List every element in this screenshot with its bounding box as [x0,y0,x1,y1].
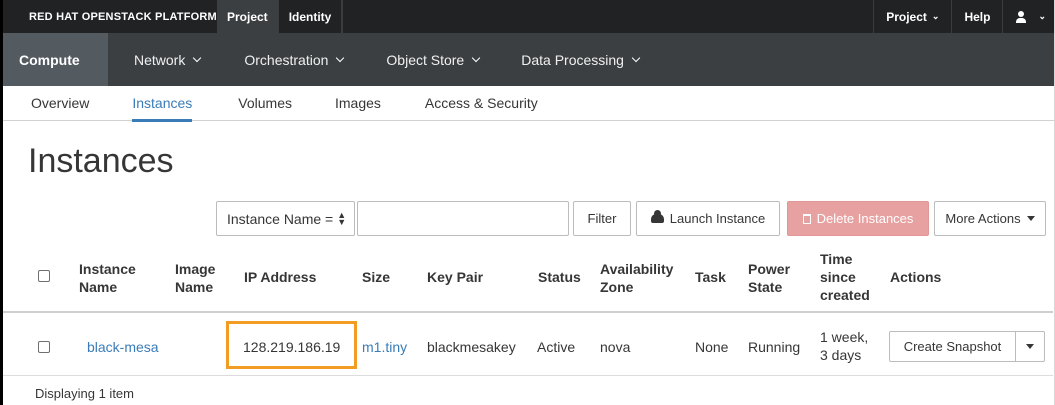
top-tab-project[interactable]: Project [217,0,279,33]
nav-object-store[interactable]: Object Store [386,33,481,86]
header-line: Image [175,261,216,277]
create-snapshot-button[interactable]: Create Snapshot [889,331,1016,362]
user-icon [1015,10,1027,23]
column-header-size[interactable]: Size [362,268,390,286]
tab-volumes[interactable]: Volumes [238,86,292,121]
chevron-down-icon [193,53,202,62]
header-line: Power [748,261,791,277]
header-line: created [820,287,870,303]
column-header-availability-zone[interactable]: Availability Zone [600,260,673,296]
secondary-nav: Compute Network Orchestration Object Sto… [3,33,1054,86]
size-link[interactable]: m1.tiny [362,338,407,356]
row-actions-dropdown[interactable] [1016,331,1045,362]
column-header-task[interactable]: Task [695,268,726,286]
column-header-image-name[interactable]: Image Name [175,260,215,296]
top-bar-spacer [342,0,873,33]
time-since-created-cell: 1 week, 3 days [820,328,868,364]
header-line: Instance [79,261,136,277]
table-footer-summary: Displaying 1 item [35,386,134,401]
brand-logo[interactable]: RED HAT OPENSTACK PLATFORM [3,11,217,23]
table-row-divider [3,375,1053,376]
filter-button-label: Filter [587,211,617,226]
page-title: Instances [28,142,174,180]
filter-field-label: Instance Name = [227,210,334,227]
filter-input[interactable] [357,201,569,236]
more-actions-button[interactable]: More Actions [934,201,1046,236]
user-menu[interactable]: ⌄ [1002,0,1054,33]
cloud-upload-icon [650,210,664,223]
chevron-down-icon [336,53,345,62]
trash-icon [802,213,811,224]
panel-tabs: Overview Instances Volumes Images Access… [3,86,1054,122]
header-line: since [820,269,856,285]
row-checkbox[interactable] [38,341,50,353]
launch-instance-label: Launch Instance [669,211,766,226]
tab-access-security[interactable]: Access & Security [425,86,538,121]
help-link[interactable]: Help [951,0,1002,33]
header-line: Zone [600,279,634,295]
key-pair-cell: blackmesakey [427,339,516,355]
row-actions-group: Create Snapshot [889,331,1045,362]
table-header-divider [3,311,1053,313]
column-header-ip-address[interactable]: IP Address [244,268,316,286]
ip-address-cell: 128.219.186.19 [243,339,341,355]
header-line: Time [820,251,853,267]
availability-zone-cell: nova [600,339,631,355]
column-header-actions: Actions [890,269,942,285]
nav-orchestration-label: Orchestration [244,51,329,68]
tab-instances[interactable]: Instances [132,86,192,122]
tab-overview[interactable]: Overview [31,86,89,121]
instance-name-link[interactable]: black-mesa [87,338,159,356]
column-header-key-pair[interactable]: Key Pair [427,268,483,286]
task-cell: None [695,339,729,355]
nav-object-store-label: Object Store [386,51,465,68]
column-header-time-since-created[interactable]: Time since created [820,250,870,304]
time-line: 1 week, [820,329,869,345]
nav-network-label: Network [134,51,186,68]
nav-compute-label: Compute [19,51,80,68]
caret-down-icon [1026,344,1034,349]
delete-instances-label: Delete Instances [816,211,914,226]
chevron-down-icon [631,53,641,62]
time-line: 3 days [820,347,862,363]
top-bar: RED HAT OPENSTACK PLATFORM Project Ident… [3,0,1054,33]
chevron-down-icon [471,53,481,62]
select-all-checkbox[interactable] [38,270,50,282]
project-menu[interactable]: Project ⌄ [873,0,951,33]
column-header-instance-name[interactable]: Instance Name [79,260,136,296]
header-line: State [748,279,783,295]
launch-instance-button[interactable]: Launch Instance [636,201,780,236]
filter-button[interactable]: Filter [573,201,631,236]
nav-orchestration[interactable]: Orchestration [244,33,345,86]
power-state-cell: Running [748,339,801,355]
header-line: Name [175,279,214,295]
caret-down-icon [1026,216,1035,221]
delete-instances-button[interactable]: Delete Instances [787,201,929,236]
top-tab-identity[interactable]: Identity [279,0,343,33]
more-actions-label: More Actions [945,211,1021,226]
status-cell: Active [537,339,576,355]
column-header-status[interactable]: Status [538,268,581,286]
tab-images[interactable]: Images [335,86,381,121]
chevron-down-icon: ⌄ [931,11,940,21]
nav-network[interactable]: Network [134,33,202,86]
project-menu-label: Project [886,9,927,24]
filter-field-select[interactable]: Instance Name = ▲ ▼ [216,201,355,236]
column-header-power-state[interactable]: Power State [748,260,790,296]
nav-data-processing[interactable]: Data Processing [521,33,641,86]
header-line: Name [79,279,118,295]
nav-data-processing-label: Data Processing [521,51,624,68]
chevron-down-icon: ⌄ [1038,11,1046,21]
sort-arrows-icon: ▲ ▼ [337,209,347,227]
nav-compute[interactable]: Compute [3,33,108,86]
header-line: Availability [600,261,674,277]
